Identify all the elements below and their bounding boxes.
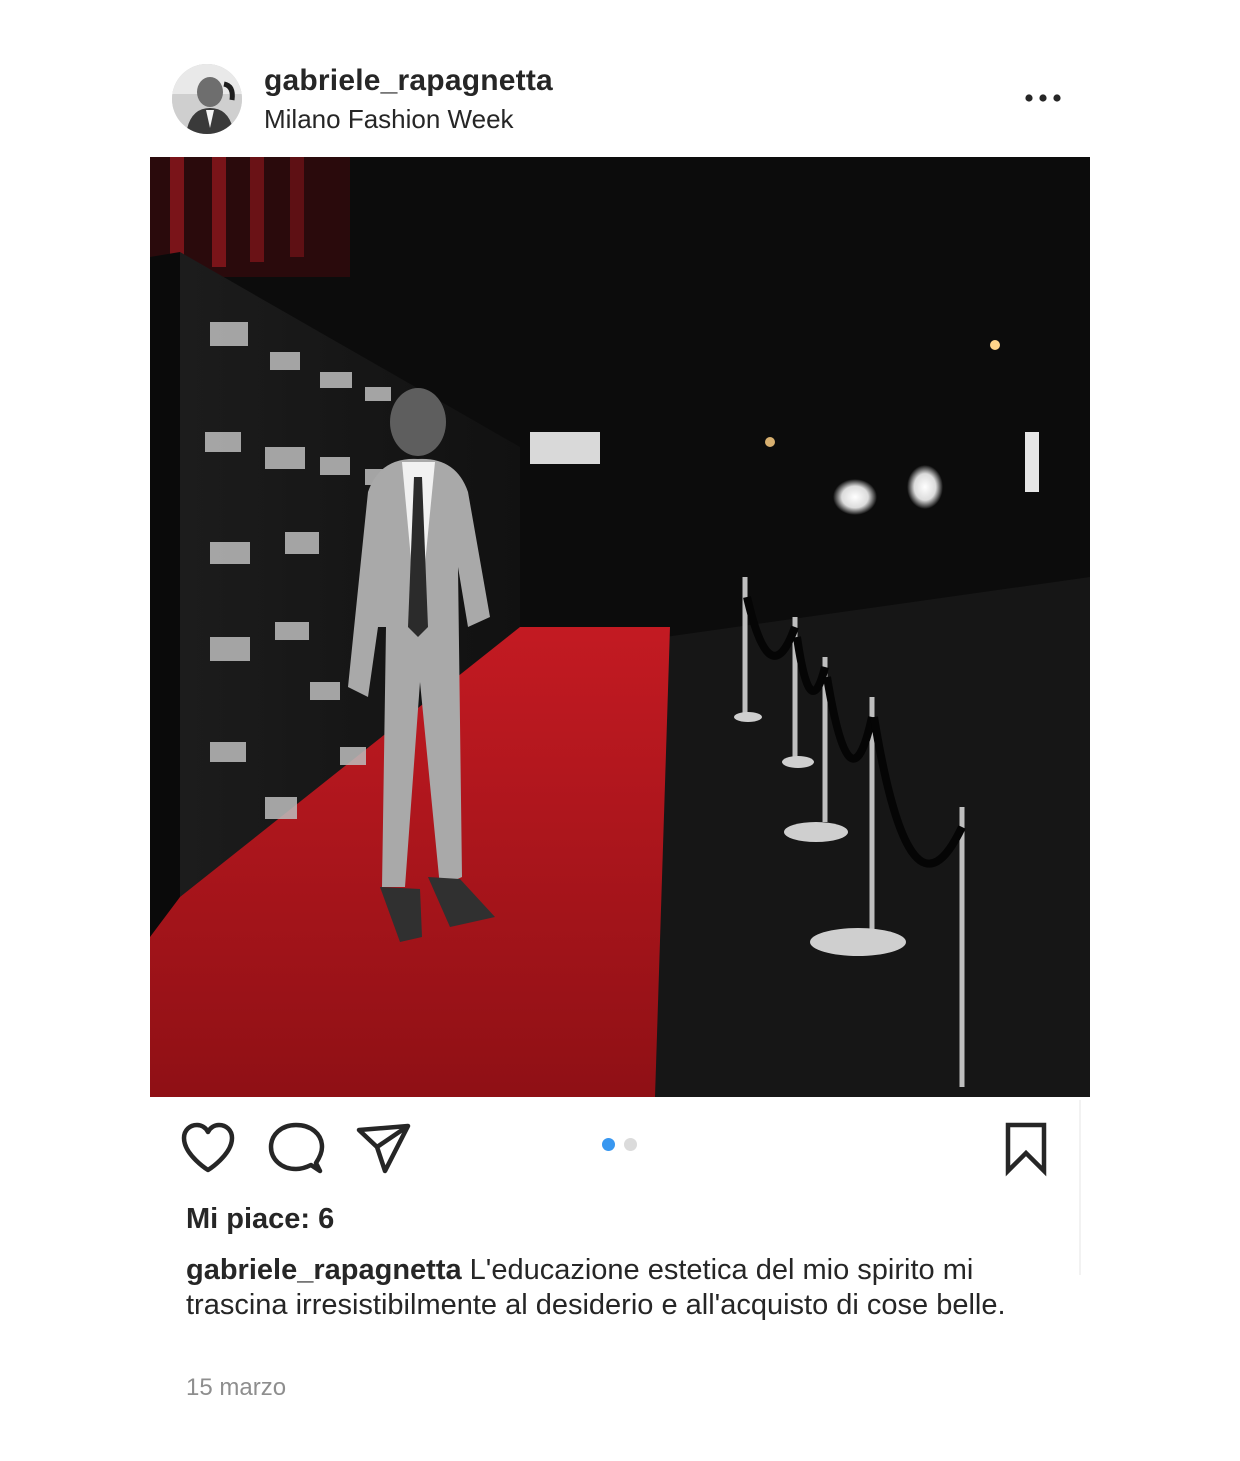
divider — [1079, 1100, 1081, 1275]
action-bar — [150, 1118, 1090, 1182]
caption: gabriele_rapagnetta L'educazione estetic… — [186, 1253, 1066, 1323]
comment-button[interactable] — [266, 1118, 326, 1178]
heart-icon — [181, 1122, 235, 1173]
username[interactable]: gabriele_rapagnetta — [264, 64, 553, 98]
avatar[interactable] — [172, 64, 242, 134]
more-options-button[interactable] — [1018, 80, 1068, 116]
caption-username[interactable]: gabriele_rapagnetta — [186, 1254, 462, 1286]
avatar-photo — [172, 64, 242, 134]
save-button[interactable] — [996, 1118, 1056, 1178]
more-horizontal-icon — [1025, 94, 1061, 102]
likes-count[interactable]: Mi piace: 6 — [186, 1203, 334, 1236]
post-image[interactable] — [150, 157, 1090, 1097]
paper-plane-icon — [356, 1123, 411, 1174]
location-link[interactable]: Milano Fashion Week — [264, 104, 514, 135]
bookmark-icon — [1005, 1122, 1047, 1177]
like-button[interactable] — [178, 1118, 238, 1178]
post-header: gabriele_rapagnetta Milano Fashion Week — [150, 56, 1090, 146]
carousel-dot — [624, 1138, 637, 1151]
post-date[interactable]: 15 marzo — [186, 1374, 286, 1402]
share-button[interactable] — [353, 1118, 413, 1178]
red-carpet-photo — [150, 157, 1090, 1097]
comment-bubble-icon — [268, 1122, 325, 1174]
carousel-dot-active — [602, 1138, 615, 1151]
